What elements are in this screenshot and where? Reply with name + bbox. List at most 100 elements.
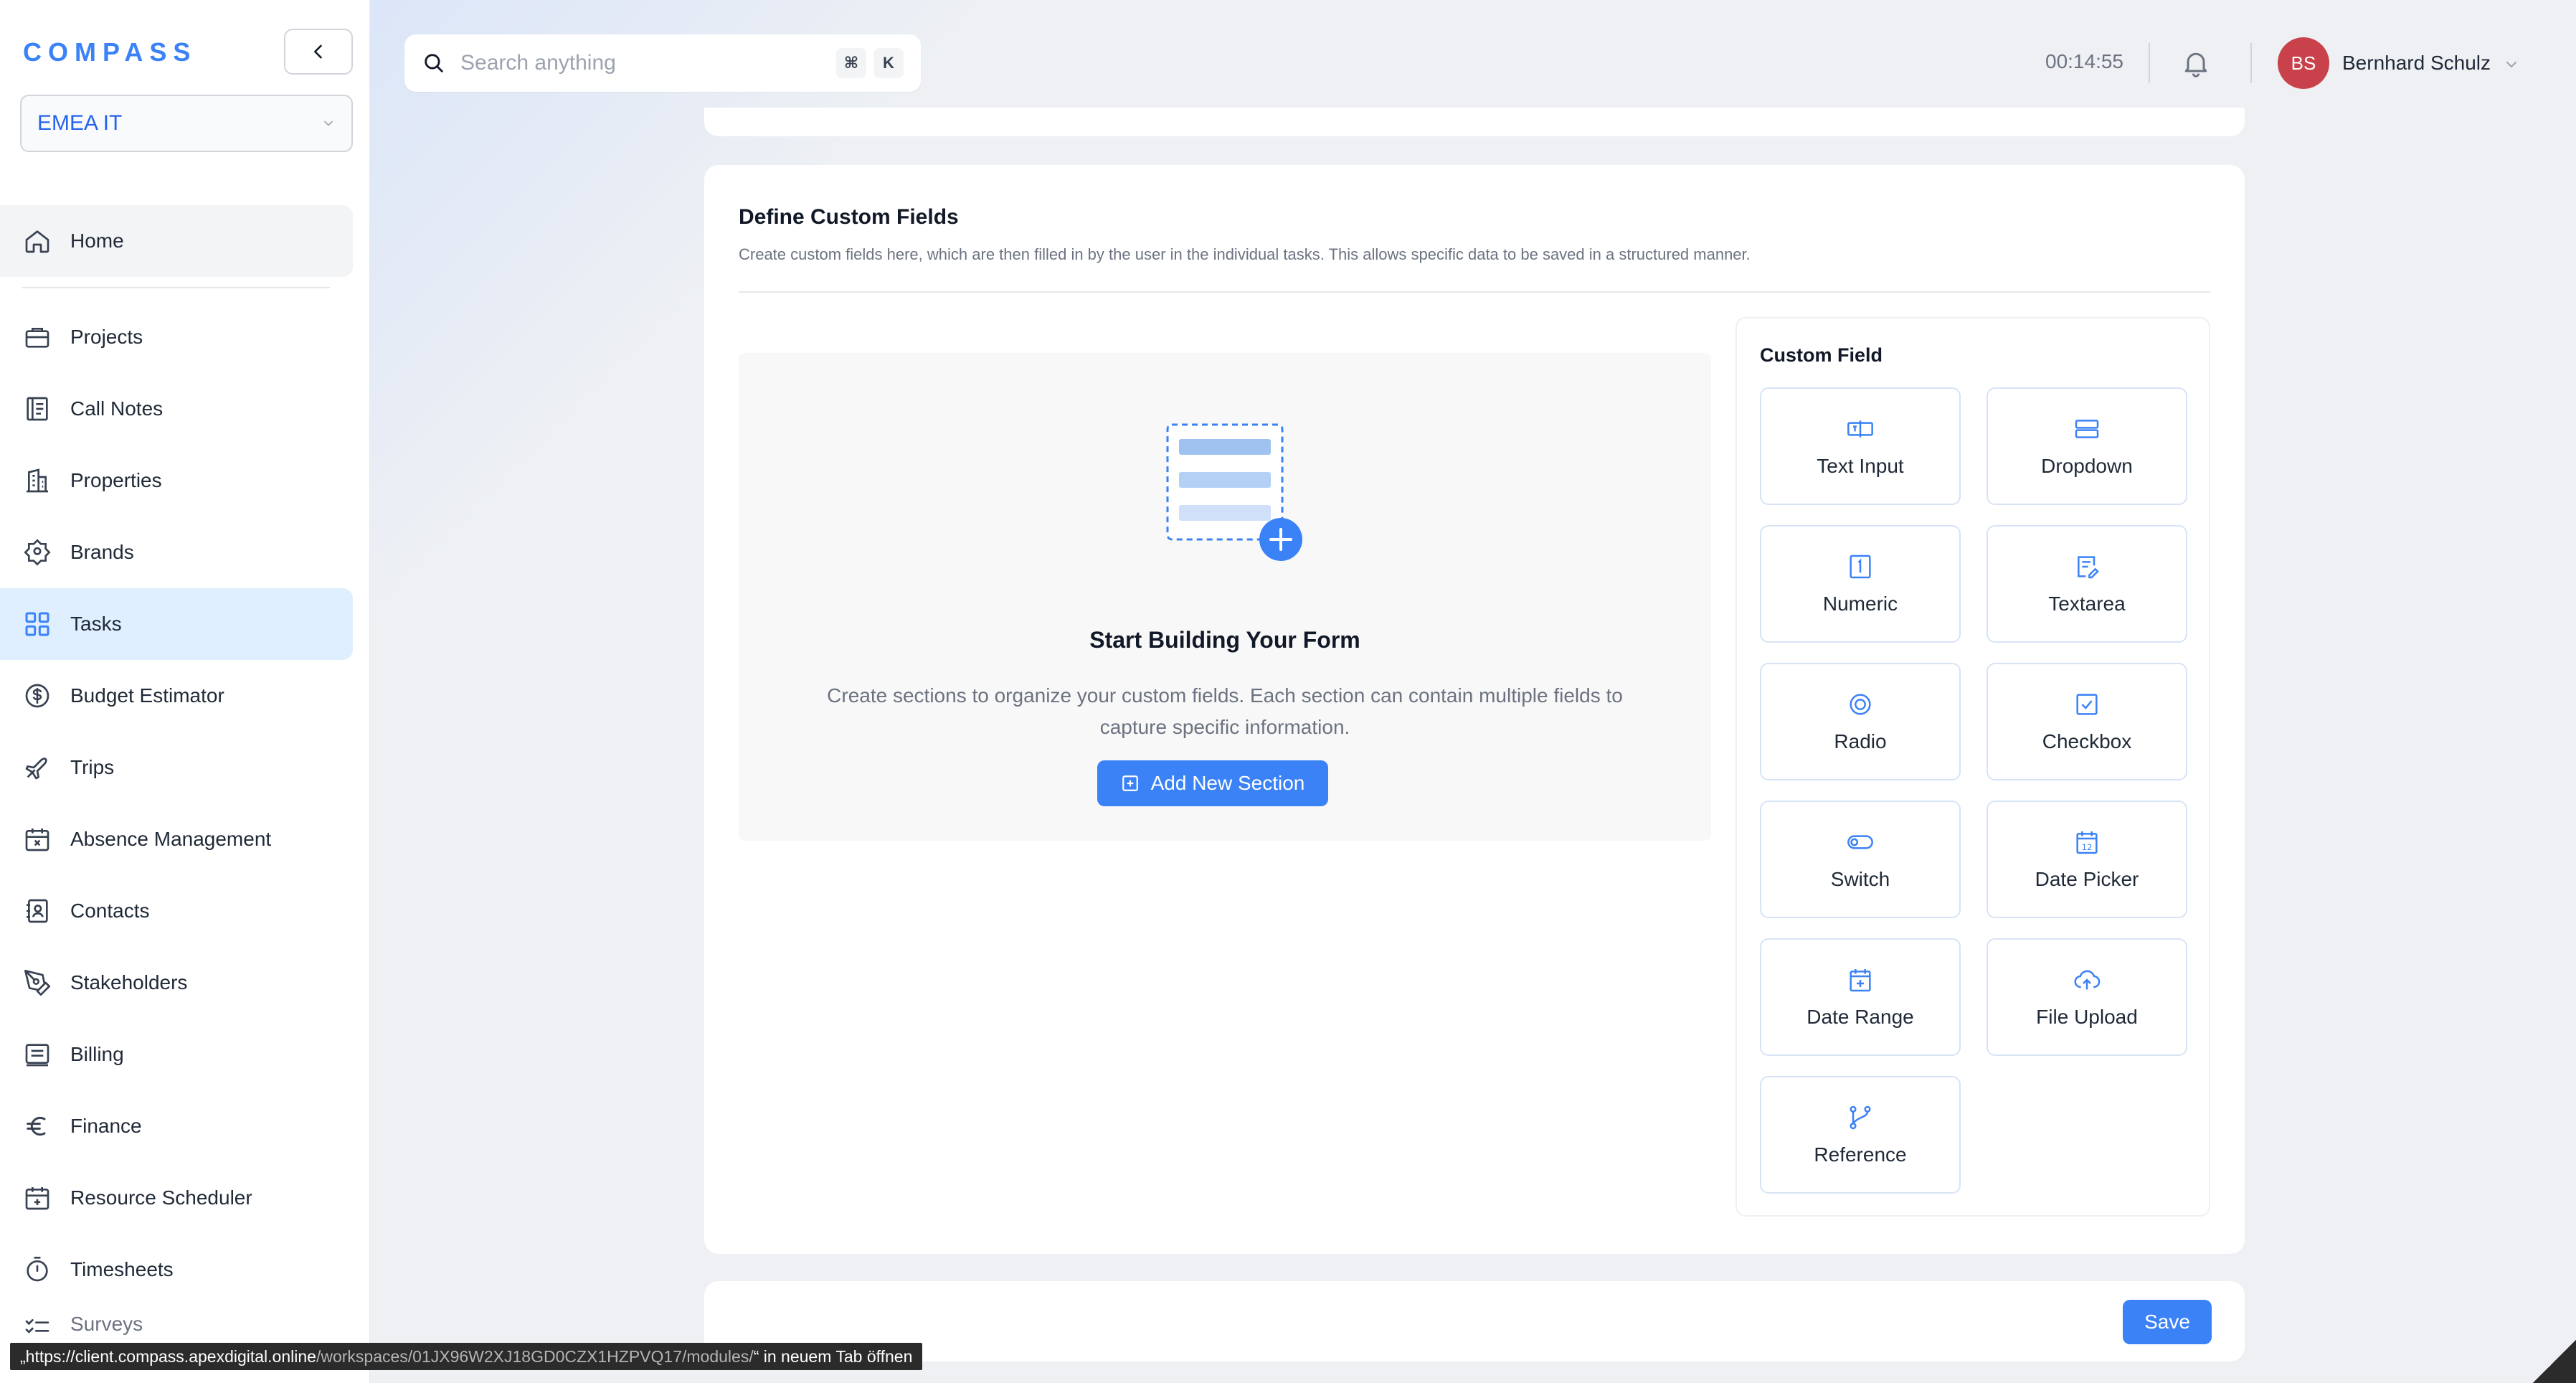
sidebar-item-label: Home bbox=[70, 230, 124, 252]
sidebar-item-label: Surveys bbox=[70, 1313, 143, 1335]
collapse-sidebar-button[interactable] bbox=[284, 29, 353, 75]
sidebar-item-finance[interactable]: Finance bbox=[0, 1090, 353, 1162]
sidebar-item-label: Call Notes bbox=[70, 397, 164, 420]
sidebar-item-label: Resource Scheduler bbox=[70, 1186, 252, 1209]
sidebar-item-properties[interactable]: Properties bbox=[0, 445, 353, 516]
stopwatch-icon bbox=[22, 1254, 53, 1285]
grid-icon bbox=[22, 608, 53, 640]
field-label: Text Input bbox=[1817, 455, 1904, 477]
field-label: Date Picker bbox=[2035, 868, 2139, 890]
sidebar-item-label: Stakeholders bbox=[70, 971, 188, 993]
euro-icon bbox=[22, 1110, 53, 1142]
sidebar-item-absence-management[interactable]: Absence Management bbox=[0, 803, 353, 875]
field-date-range[interactable]: Date Range bbox=[1760, 938, 1961, 1056]
search-input[interactable]: Search anything bbox=[460, 51, 829, 75]
shortcut-k-key: K bbox=[873, 48, 904, 78]
sidebar-item-label: Projects bbox=[70, 326, 143, 348]
sidebar-item-timesheets[interactable]: Timesheets bbox=[0, 1234, 353, 1306]
add-new-section-button[interactable]: Add New Section bbox=[1097, 760, 1328, 806]
notifications-button[interactable] bbox=[2180, 47, 2212, 82]
field-label: Numeric bbox=[1822, 593, 1898, 615]
status-link-suffix: “ in neuem Tab öffnen bbox=[753, 1346, 913, 1366]
save-button[interactable]: Save bbox=[2123, 1300, 2212, 1344]
field-text-input[interactable]: Text Input bbox=[1760, 387, 1961, 505]
field-label: File Upload bbox=[2036, 1006, 2138, 1028]
field-textarea[interactable]: Textarea bbox=[1987, 525, 2187, 643]
radio-icon bbox=[1846, 690, 1875, 719]
field-label: Textarea bbox=[2048, 593, 2126, 615]
dollar-circle-icon bbox=[22, 680, 53, 712]
status-link-prefix: „https://client.compass.apexdigital.onli… bbox=[20, 1346, 316, 1366]
calendar-plus-icon bbox=[22, 1182, 53, 1214]
status-link-path: /workspaces/01JX96W2XJ18GD0CZX1HZPVQ17/m… bbox=[316, 1346, 754, 1366]
organization-select[interactable]: EMEA IT bbox=[20, 95, 353, 152]
nav-divider bbox=[22, 287, 330, 288]
sidebar-item-label: Trips bbox=[70, 756, 115, 778]
sidebar-item-home[interactable]: Home bbox=[0, 205, 353, 277]
contacts-icon bbox=[22, 895, 53, 927]
form-illustration bbox=[1166, 423, 1310, 570]
sidebar-item-label: Brands bbox=[70, 541, 134, 563]
notes-icon bbox=[22, 393, 53, 425]
link-status-tooltip: „https://client.compass.apexdigital.onli… bbox=[10, 1343, 923, 1370]
field-label: Radio bbox=[1834, 730, 1887, 752]
sidebar: COMPASS EMEA IT Home Projects Call Notes… bbox=[0, 0, 370, 1383]
field-label: Date Range bbox=[1806, 1006, 1914, 1028]
field-reference[interactable]: Reference bbox=[1760, 1076, 1961, 1194]
form-builder-dropzone[interactable]: Start Building Your Form Create sections… bbox=[739, 353, 1711, 841]
sidebar-item-resource-scheduler[interactable]: Resource Scheduler bbox=[0, 1162, 353, 1234]
field-dropdown[interactable]: Dropdown bbox=[1987, 387, 2187, 505]
topbar-divider bbox=[2250, 43, 2252, 83]
actions-card: Save bbox=[704, 1281, 2245, 1361]
badge-icon bbox=[22, 537, 53, 568]
sidebar-item-label: Billing bbox=[70, 1043, 124, 1065]
field-checkbox[interactable]: Checkbox bbox=[1987, 663, 2187, 780]
custom-field-palette: Custom Field Text Input Dropdown Numeric… bbox=[1736, 317, 2210, 1217]
palette-title: Custom Field bbox=[1760, 344, 1883, 366]
sidebar-item-contacts[interactable]: Contacts bbox=[0, 875, 353, 947]
home-icon bbox=[22, 225, 53, 257]
bell-icon bbox=[2184, 52, 2207, 77]
sidebar-item-label: Tasks bbox=[70, 613, 122, 635]
sidebar-item-stakeholders[interactable]: Stakeholders bbox=[0, 947, 353, 1019]
field-radio[interactable]: Radio bbox=[1760, 663, 1961, 780]
field-label: Checkbox bbox=[2042, 730, 2132, 752]
checkbox-icon bbox=[2073, 690, 2101, 719]
avatar[interactable]: BS bbox=[2278, 37, 2329, 89]
billing-icon bbox=[22, 1039, 53, 1070]
field-label: Reference bbox=[1814, 1143, 1907, 1166]
textarea-icon bbox=[2073, 552, 2101, 581]
empty-state-description: Create sections to organize your custom … bbox=[827, 684, 1623, 738]
numeric-icon bbox=[1846, 552, 1875, 581]
organization-value: EMEA IT bbox=[37, 111, 123, 135]
briefcase-icon bbox=[22, 321, 53, 353]
field-file-upload[interactable]: File Upload bbox=[1987, 938, 2187, 1056]
field-numeric[interactable]: Numeric bbox=[1760, 525, 1961, 643]
sidebar-item-billing[interactable]: Billing bbox=[0, 1019, 353, 1090]
divider bbox=[739, 291, 2210, 293]
chevron-down-icon[interactable] bbox=[2503, 56, 2520, 73]
sidebar-item-surveys[interactable]: Surveys bbox=[0, 1306, 353, 1349]
empty-state-title: Start Building Your Form bbox=[1089, 627, 1360, 653]
sidebar-item-tasks[interactable]: Tasks bbox=[0, 588, 353, 660]
field-date-picker[interactable]: 12 Date Picker bbox=[1987, 801, 2187, 918]
sidebar-item-label: Absence Management bbox=[70, 828, 272, 850]
field-switch[interactable]: Switch bbox=[1760, 801, 1961, 918]
sidebar-item-brands[interactable]: Brands bbox=[0, 516, 353, 588]
search-bar[interactable]: Search anything ⌘ K bbox=[404, 34, 921, 92]
previous-card bbox=[704, 108, 2245, 136]
app-logo[interactable]: COMPASS bbox=[23, 37, 196, 67]
custom-fields-card: Define Custom Fields Create custom field… bbox=[704, 165, 2245, 1254]
sidebar-item-call-notes[interactable]: Call Notes bbox=[0, 373, 353, 445]
chevron-down-icon bbox=[324, 121, 333, 126]
field-label: Switch bbox=[1830, 868, 1890, 890]
checklist-icon bbox=[22, 1313, 53, 1344]
file-upload-icon bbox=[2073, 966, 2101, 994]
sidebar-item-projects[interactable]: Projects bbox=[0, 301, 353, 373]
add-new-section-label: Add New Section bbox=[1150, 772, 1305, 794]
search-icon bbox=[425, 54, 443, 72]
topbar-divider bbox=[2149, 43, 2150, 83]
sidebar-item-trips[interactable]: Trips bbox=[0, 732, 353, 803]
user-name[interactable]: Bernhard Schulz bbox=[2342, 52, 2491, 75]
sidebar-item-budget-estimator[interactable]: Budget Estimator bbox=[0, 660, 353, 732]
